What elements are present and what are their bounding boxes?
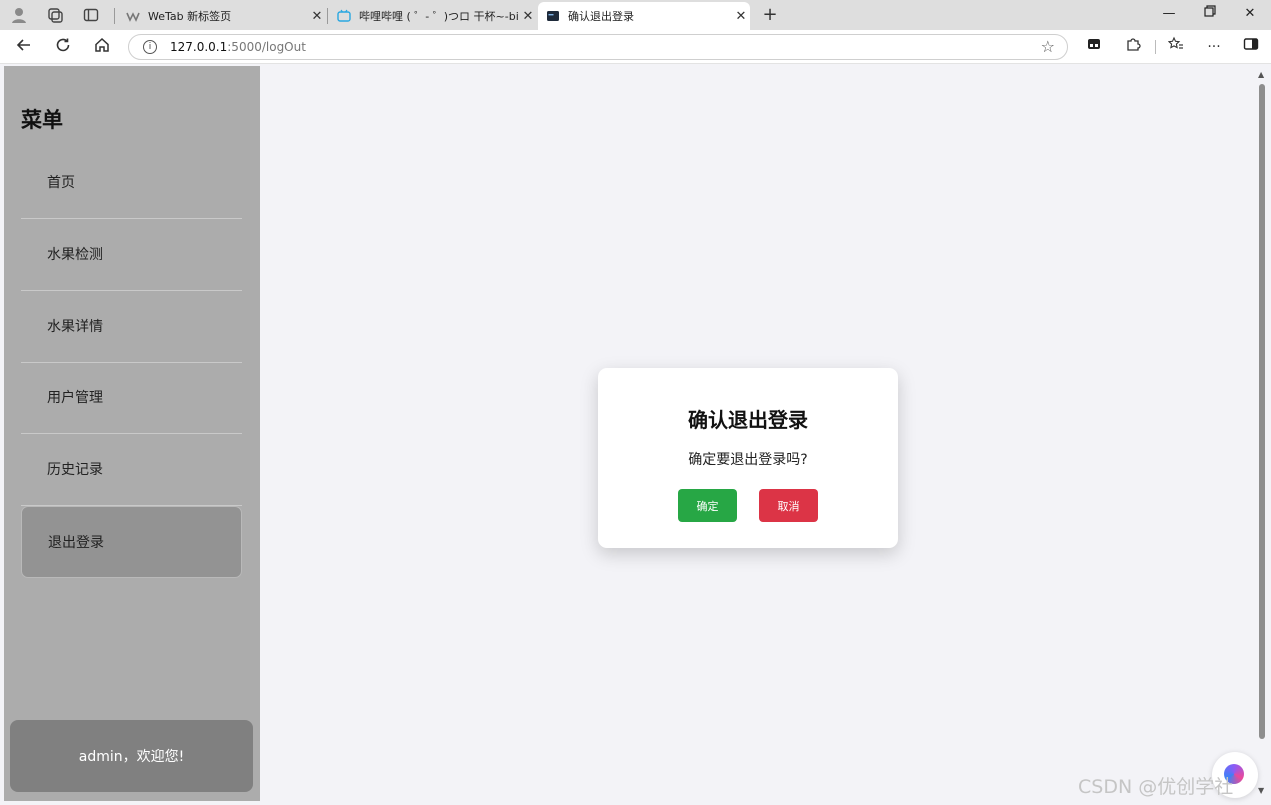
dialog-title: 确认退出登录 (688, 408, 808, 432)
favorite-star-icon[interactable]: ☆ (1041, 37, 1055, 56)
watermark: CSDN @优创学社 (1078, 776, 1234, 798)
wetab-icon (126, 9, 140, 23)
url-field[interactable]: i 127.0.0.1:5000/logOut ☆ (128, 34, 1068, 60)
dialog-message: 确定要退出登录吗? (688, 452, 808, 468)
user-greeting: admin，欢迎您! (10, 720, 253, 792)
close-window-icon[interactable]: ✕ (1235, 4, 1265, 24)
address-bar: i 127.0.0.1:5000/logOut ☆ ··· (0, 30, 1271, 64)
sidebar-toggle-icon[interactable] (1240, 36, 1262, 58)
more-menu-icon[interactable]: ··· (1203, 36, 1225, 58)
sidebar-item-history[interactable]: 历史记录 (21, 434, 242, 506)
tab-bilibili[interactable]: 哔哩哔哩 ( ゜- ゜)つロ 干杯~-bilibili ✕ (329, 2, 537, 30)
sidebar-item-logout[interactable]: 退出登录 (21, 506, 242, 578)
tab-separator (114, 8, 115, 24)
toolbar-separator (1155, 40, 1156, 54)
menu-title: 菜单 (21, 108, 63, 132)
tab-bar: WeTab 新标签页 ✕ 哔哩哔哩 ( ゜- ゜)つロ 干杯~-bilibili… (0, 0, 1271, 30)
sidebar-item-label: 用户管理 (47, 390, 103, 406)
sidebar-item-label: 历史记录 (47, 462, 103, 478)
tab-separator (327, 8, 328, 24)
bilibili-icon (337, 9, 351, 23)
tab-actions-icon[interactable] (82, 6, 100, 24)
page-icon (546, 9, 560, 23)
scroll-down-icon[interactable]: ▼ (1258, 786, 1264, 795)
extensions-puzzle-icon[interactable] (1122, 36, 1144, 58)
scrollbar-thumb[interactable] (1259, 84, 1265, 739)
profile-icon[interactable] (10, 6, 28, 24)
favorites-icon[interactable] (1165, 36, 1187, 58)
restore-icon[interactable] (1195, 4, 1225, 24)
logout-confirm-dialog: 确认退出登录 确定要退出登录吗? 确定 取消 (598, 368, 898, 548)
tab-logout[interactable]: 确认退出登录 ✕ (538, 2, 750, 30)
close-tab-icon[interactable]: ✕ (732, 9, 750, 24)
confirm-button[interactable]: 确定 (678, 489, 737, 522)
close-tab-icon[interactable]: ✕ (308, 9, 326, 24)
close-tab-icon[interactable]: ✕ (519, 9, 537, 24)
tab-title: 确认退出登录 (568, 10, 634, 23)
url-host: 127.0.0.1 (170, 40, 228, 54)
refresh-icon[interactable] (52, 36, 74, 58)
site-info-icon[interactable]: i (143, 40, 157, 54)
tab-title: WeTab 新标签页 (148, 10, 232, 23)
sidebar-item-label: 退出登录 (48, 535, 104, 551)
sidebar-item-fruit-detection[interactable]: 水果检测 (21, 219, 242, 291)
minimize-icon[interactable]: — (1154, 4, 1184, 24)
tab-wetab[interactable]: WeTab 新标签页 ✕ (118, 2, 326, 30)
workspaces-icon[interactable] (46, 6, 64, 24)
page-scrollbar[interactable]: ▲ ▼ (1257, 66, 1267, 797)
sidebar-item-label: 首页 (47, 175, 75, 191)
tab-title: 哔哩哔哩 ( ゜- ゜)つロ 干杯~-bilibili (359, 10, 519, 23)
extension-app-icon[interactable] (1083, 36, 1105, 58)
new-tab-icon[interactable]: + (760, 4, 780, 25)
sidebar-menu: 菜单 首页 水果检测 水果详情 用户管理 历史记录 退出登录 admin，欢迎您… (4, 66, 260, 801)
scroll-up-icon[interactable]: ▲ (1258, 70, 1264, 79)
sidebar-item-fruit-details[interactable]: 水果详情 (21, 291, 242, 363)
url-path: :5000/logOut (227, 40, 306, 54)
page-viewport: 菜单 首页 水果检测 水果详情 用户管理 历史记录 退出登录 admin，欢迎您… (0, 64, 1271, 805)
home-icon[interactable] (91, 36, 113, 58)
back-icon[interactable] (13, 36, 35, 58)
cancel-button[interactable]: 取消 (759, 489, 818, 522)
sidebar-item-label: 水果检测 (47, 247, 103, 263)
sidebar-item-label: 水果详情 (47, 319, 103, 335)
sidebar-item-user-management[interactable]: 用户管理 (21, 362, 242, 434)
sidebar-item-home[interactable]: 首页 (21, 147, 242, 219)
